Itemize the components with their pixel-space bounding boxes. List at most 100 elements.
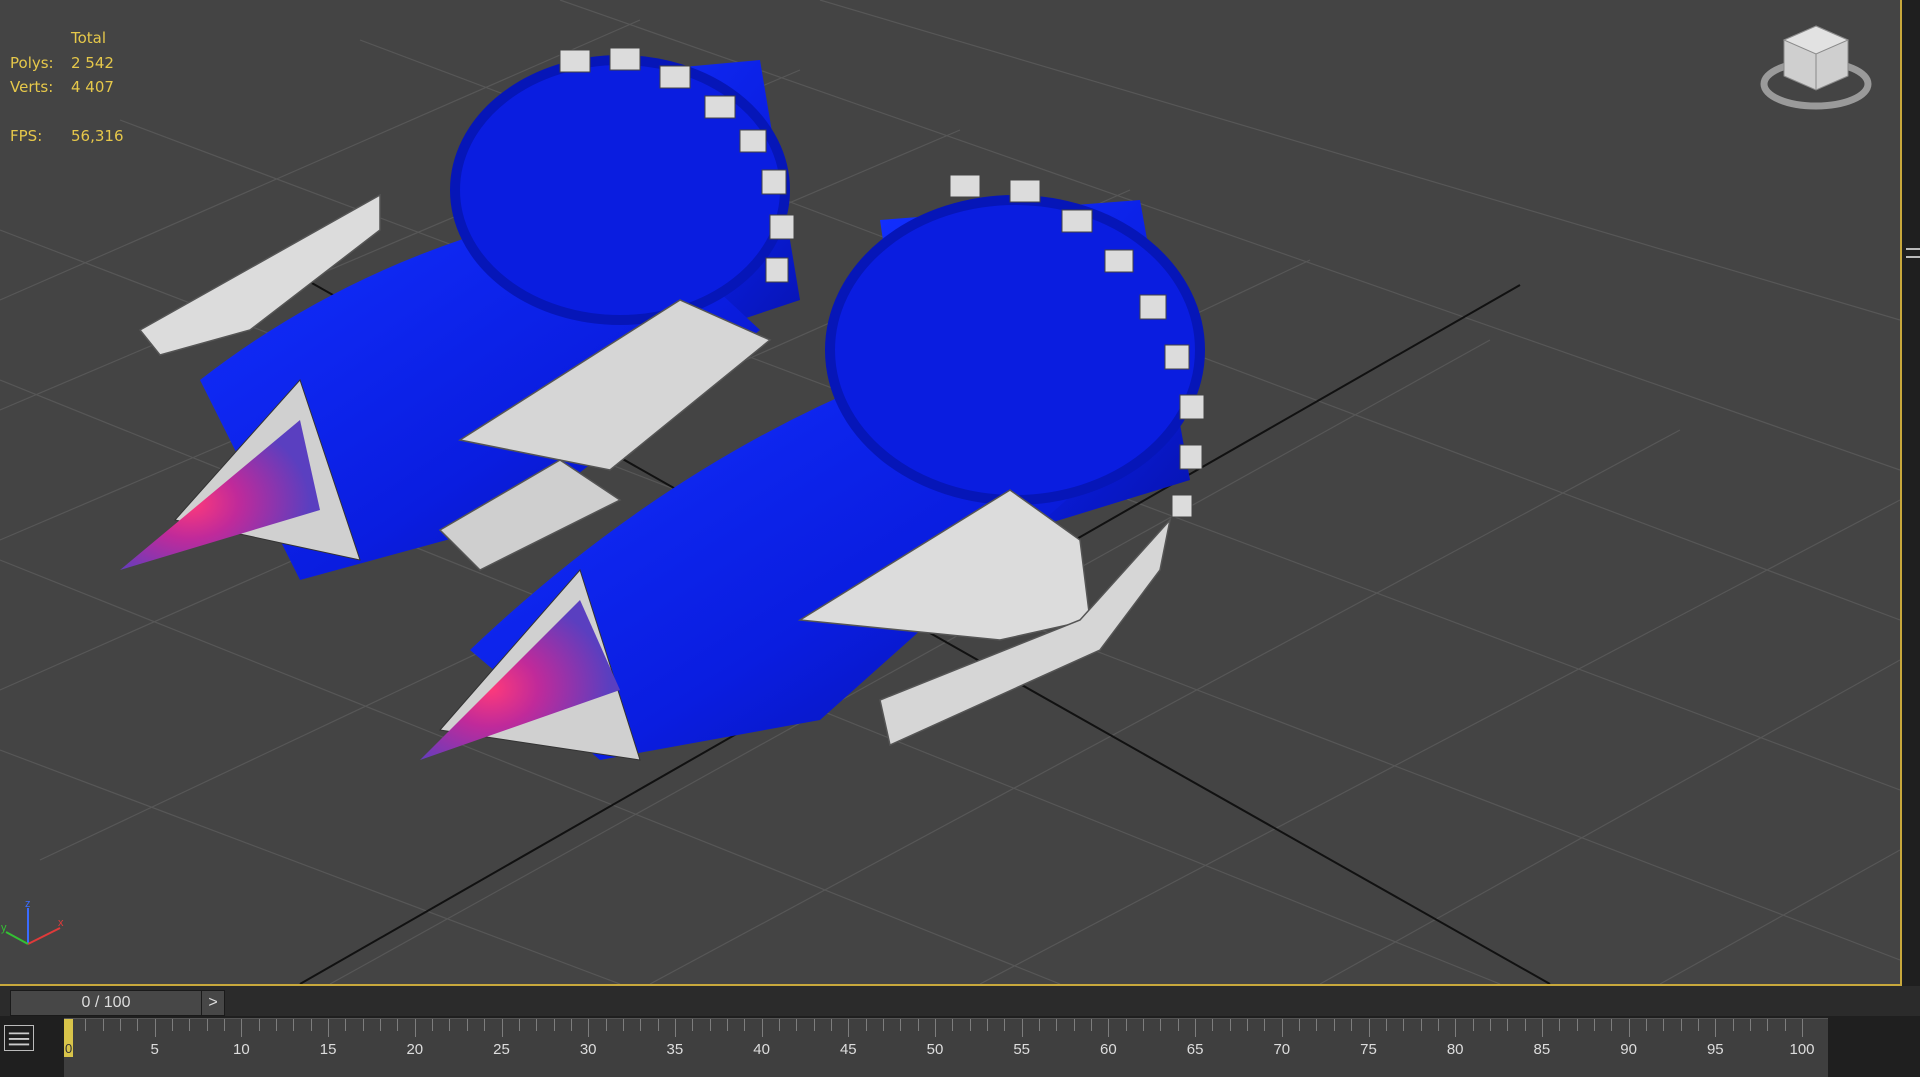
timeline-tick bbox=[1316, 1019, 1318, 1031]
timeline-tick bbox=[1264, 1019, 1266, 1031]
timeline-tick-label: 85 bbox=[1533, 1041, 1551, 1058]
next-frame-button[interactable]: > bbox=[201, 990, 225, 1016]
viewport-statistics: Total Polys: 2 542 Verts: 4 407 FPS: 56,316 bbox=[10, 26, 124, 148]
timeline-tick bbox=[674, 1019, 676, 1037]
timeline-tick bbox=[1784, 1019, 1786, 1031]
timeline-tick bbox=[154, 1019, 156, 1037]
timeline-tick bbox=[692, 1019, 694, 1031]
timeline-tick bbox=[1073, 1019, 1075, 1031]
timeline-tick bbox=[466, 1019, 468, 1031]
timeline-tick-label: 65 bbox=[1186, 1041, 1204, 1058]
timeline-tick bbox=[726, 1019, 728, 1031]
timeline-tick bbox=[501, 1019, 503, 1037]
timeline-tick bbox=[1437, 1019, 1439, 1031]
timeline-tick bbox=[276, 1019, 278, 1031]
track-bar bbox=[0, 986, 1920, 1016]
timeline-tick bbox=[484, 1019, 486, 1031]
timeline-tick bbox=[1091, 1019, 1093, 1031]
timeline-tick bbox=[1628, 1019, 1630, 1037]
timeline-tick bbox=[1489, 1019, 1491, 1031]
timeline-tick-label: 15 bbox=[319, 1041, 337, 1058]
timeline-tick bbox=[1195, 1019, 1197, 1037]
verts-label: Verts: bbox=[10, 78, 54, 96]
timeline-tick-label: 95 bbox=[1706, 1041, 1724, 1058]
timeline-tick bbox=[952, 1019, 954, 1031]
timeline-tick-label: 50 bbox=[926, 1041, 944, 1058]
time-slider[interactable]: 0 / 100 bbox=[10, 990, 202, 1016]
timeline-tick bbox=[1611, 1019, 1613, 1031]
current-frame-marker[interactable]: 0 bbox=[64, 1019, 73, 1057]
timeline-tick bbox=[1749, 1019, 1751, 1031]
timeline-tick bbox=[796, 1019, 798, 1031]
timeline-tick bbox=[744, 1019, 746, 1031]
timeline-tick bbox=[1420, 1019, 1422, 1031]
timeline-tick bbox=[1697, 1019, 1699, 1031]
timeline-tick bbox=[1177, 1019, 1179, 1031]
timeline-tick-label: 90 bbox=[1620, 1041, 1637, 1058]
timeline-tick bbox=[1299, 1019, 1301, 1031]
timeline-tick bbox=[189, 1019, 191, 1031]
timeline-tick bbox=[241, 1019, 243, 1037]
axis-label-x: x bbox=[58, 917, 64, 929]
timeline-tick bbox=[1715, 1019, 1717, 1037]
timeline-tick bbox=[709, 1019, 711, 1031]
timeline-tick-label: 30 bbox=[579, 1041, 597, 1058]
timeline-tick bbox=[588, 1019, 590, 1037]
timeline-tick bbox=[345, 1019, 347, 1031]
timeline-tick bbox=[258, 1019, 260, 1031]
timeline-tick bbox=[1802, 1019, 1803, 1037]
timeline-tick bbox=[1455, 1019, 1457, 1037]
timeline-tick bbox=[1021, 1019, 1023, 1037]
timeline-tick bbox=[987, 1019, 989, 1031]
timeline-tick bbox=[120, 1019, 122, 1031]
timeline-tick bbox=[1351, 1019, 1353, 1031]
timeline-tick bbox=[362, 1019, 364, 1031]
timeline-ticks: 5 10 15 20 25 30 35 40 45 50 55 60 65 70 75 80 85 90 95 100 bbox=[64, 1019, 1828, 1077]
viewport-resize-handle[interactable] bbox=[1906, 248, 1920, 250]
timeline-tick bbox=[813, 1019, 815, 1031]
viewcube-icon[interactable] bbox=[1760, 20, 1872, 120]
timeline-tick bbox=[1541, 1019, 1543, 1037]
timeline-tick bbox=[553, 1019, 555, 1031]
timeline-tick bbox=[917, 1019, 919, 1031]
timeline-tick bbox=[414, 1019, 416, 1037]
axis-label-z: z bbox=[25, 898, 31, 910]
verts-value: 4 407 bbox=[71, 78, 114, 96]
timeline-tick bbox=[778, 1019, 780, 1031]
perspective-viewport[interactable]: Total Polys: 2 542 Verts: 4 407 FPS: 56,316… bbox=[0, 0, 1902, 986]
timeline-tick bbox=[882, 1019, 884, 1031]
timeline-tick-label: 45 bbox=[839, 1041, 857, 1058]
timeline-tick bbox=[1368, 1019, 1370, 1037]
timeline-tick bbox=[1004, 1019, 1006, 1031]
timeline-tick bbox=[1229, 1019, 1231, 1031]
stats-header: Total bbox=[71, 29, 107, 47]
timeline-tick bbox=[1576, 1019, 1578, 1031]
scene-render bbox=[0, 0, 1900, 984]
timeline-tick bbox=[1403, 1019, 1405, 1031]
timeline-tick bbox=[432, 1019, 434, 1031]
timeline-tick bbox=[1663, 1019, 1665, 1031]
viewport-resize-handle-2[interactable] bbox=[1906, 256, 1920, 258]
timeline-tick bbox=[761, 1019, 763, 1037]
timeline-tick-label: 80 bbox=[1446, 1041, 1464, 1058]
timeline-tick bbox=[1108, 1019, 1110, 1037]
timeline-tick-label: 20 bbox=[406, 1041, 424, 1058]
timeline-tick bbox=[1767, 1019, 1769, 1031]
timeline-tick bbox=[865, 1019, 867, 1031]
timeline-tick bbox=[380, 1019, 382, 1031]
track-bar-toggle-icon[interactable] bbox=[4, 1025, 34, 1051]
polys-label: Polys: bbox=[10, 53, 54, 72]
timeline-tick bbox=[1593, 1019, 1595, 1031]
timeline-tick-label: 35 bbox=[666, 1041, 684, 1058]
timeline[interactable]: 5 10 15 20 25 30 35 40 45 50 55 60 65 70 75 80 85 90 95 100… bbox=[64, 1018, 1828, 1077]
timeline-tick-label: 75 bbox=[1360, 1041, 1377, 1058]
timeline-tick bbox=[328, 1019, 330, 1037]
timeline-tick bbox=[1281, 1019, 1283, 1037]
polys-value: 2 542 bbox=[71, 53, 114, 72]
timeline-tick bbox=[172, 1019, 174, 1031]
timeline-tick-label: 70 bbox=[1273, 1041, 1291, 1058]
timeline-tick bbox=[1507, 1019, 1509, 1031]
timeline-tick bbox=[640, 1019, 642, 1031]
axis-label-y: y bbox=[1, 922, 7, 934]
timeline-tick bbox=[1039, 1019, 1041, 1031]
